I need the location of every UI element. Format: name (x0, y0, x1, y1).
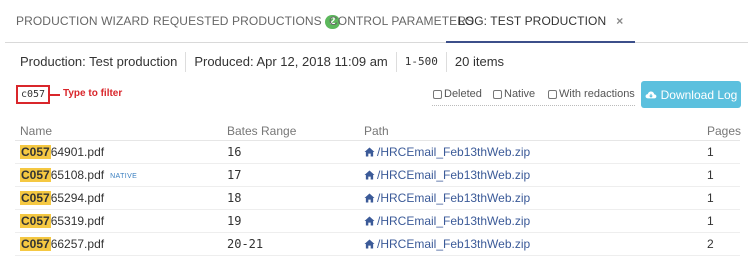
pages-cell: 1 (707, 168, 714, 182)
table-row[interactable]: C05765319.pdf 19 /HRCEmail_Feb13thWeb.zi… (15, 210, 740, 233)
filter-match-highlight: C057 (20, 237, 51, 251)
checkbox-label: Native (504, 88, 536, 100)
path-cell[interactable]: /HRCEmail_Feb13thWeb.zip (364, 141, 530, 163)
native-checkbox[interactable]: Native (493, 88, 535, 100)
produced-date: Produced: Apr 12, 2018 11:09 am (186, 52, 397, 72)
production-name: Production: Test production (20, 52, 187, 72)
pages-cell: 1 (707, 145, 714, 159)
item-count: 20 items (454, 54, 505, 69)
path-text: /HRCEmail_Feb13thWeb.zip (377, 168, 531, 182)
filter-match-highlight: C057 (20, 214, 51, 228)
tab-requested-productions[interactable]: REQUESTED PRODUCTIONS 2 (153, 0, 341, 43)
checkbox-box[interactable] (548, 89, 557, 99)
file-name-rest: 65319.pdf (50, 214, 105, 228)
table-row[interactable]: C05764901.pdf 16 /HRCEmail_Feb13thWeb.zi… (15, 141, 740, 164)
file-name-cell[interactable]: C05765319.pdf (20, 210, 110, 232)
cloud-download-icon (645, 90, 657, 98)
production-info-bar: Production: Test production Produced: Ap… (20, 52, 512, 72)
path-cell[interactable]: /HRCEmail_Feb13thWeb.zip (364, 233, 530, 255)
path-cell[interactable]: /HRCEmail_Feb13thWeb.zip (364, 187, 530, 209)
table-row[interactable]: C05765108.pdf NATIVE 17 /HRCEmail_Feb13th… (15, 164, 740, 187)
bates-cell: 19 (227, 214, 242, 228)
file-name-cell[interactable]: C05765294.pdf (20, 187, 110, 209)
file-name-rest: 66257.pdf (50, 237, 105, 251)
tab-label: REQUESTED PRODUCTIONS (153, 14, 322, 28)
path-text: /HRCEmail_Feb13thWeb.zip (377, 237, 531, 251)
home-icon (364, 170, 375, 180)
download-log-label: Download Log (660, 87, 738, 102)
path-text: /HRCEmail_Feb13thWeb.zip (377, 214, 531, 228)
checkbox-label: Deleted (444, 88, 482, 100)
column-header-bates-range[interactable]: Bates Range (227, 124, 296, 138)
pages-cell: 2 (707, 237, 714, 251)
file-name-cell[interactable]: C05766257.pdf (20, 233, 110, 255)
pages-cell: 1 (707, 191, 714, 205)
column-header-path[interactable]: Path (364, 124, 389, 138)
tab-label: PRODUCTION WIZARD (16, 14, 150, 28)
checkbox-label: With redactions (559, 88, 635, 100)
filter-match-highlight: C057 (20, 145, 51, 159)
home-icon (364, 147, 375, 157)
table-row[interactable]: C05765294.pdf 18 /HRCEmail_Feb13thWeb.zi… (15, 187, 740, 210)
column-header-name[interactable]: Name (20, 124, 52, 138)
path-cell[interactable]: /HRCEmail_Feb13thWeb.zip (364, 210, 530, 232)
home-icon (364, 216, 375, 226)
filter-divider (432, 105, 635, 106)
tab-production-wizard[interactable]: PRODUCTION WIZARD (16, 0, 149, 43)
home-icon (364, 239, 375, 249)
deleted-checkbox[interactable]: Deleted (433, 88, 482, 100)
column-header-pages[interactable]: Pages (707, 124, 741, 138)
file-name-cell[interactable]: C05764901.pdf (20, 141, 110, 163)
file-name-rest: 65294.pdf (50, 191, 105, 205)
home-icon (364, 193, 375, 203)
with-redactions-checkbox[interactable]: With redactions (548, 88, 635, 100)
tab-label: LOG: TEST PRODUCTION (458, 14, 607, 28)
path-text: /HRCEmail_Feb13thWeb.zip (377, 145, 531, 159)
annotation-connector (50, 94, 60, 96)
download-log-button[interactable]: Download Log (641, 81, 741, 108)
filter-match-highlight: C057 (20, 191, 51, 205)
bates-cell: 17 (227, 168, 242, 182)
table-row[interactable]: C05766257.pdf 20-21 /HRCEmail_Feb13thWeb… (15, 233, 740, 256)
filter-match-highlight: C057 (20, 168, 51, 182)
tab-bar: PRODUCTION WIZARD REQUESTED PRODUCTIONS 2… (5, 0, 748, 43)
native-badge: NATIVE (110, 173, 138, 180)
path-cell[interactable]: /HRCEmail_Feb13thWeb.zip (364, 164, 530, 186)
close-icon[interactable]: × (616, 0, 623, 43)
tab-log-test-production[interactable]: LOG: TEST PRODUCTION × (446, 0, 636, 43)
bates-cell: 16 (227, 145, 242, 159)
file-name-cell[interactable]: C05765108.pdf NATIVE (20, 164, 137, 186)
bates-cell: 20-21 (227, 237, 264, 251)
bates-range-summary: 1-500 (397, 52, 447, 72)
checkbox-box[interactable] (433, 89, 442, 99)
bates-cell: 18 (227, 191, 242, 205)
path-text: /HRCEmail_Feb13thWeb.zip (377, 191, 531, 205)
pages-cell: 1 (707, 214, 714, 228)
filter-hint-annotation: Type to filter (63, 88, 123, 99)
filter-input[interactable]: c057 (16, 85, 50, 104)
file-name-rest: 65108.pdf (50, 168, 105, 182)
checkbox-box[interactable] (493, 89, 502, 99)
file-name-rest: 64901.pdf (50, 145, 105, 159)
